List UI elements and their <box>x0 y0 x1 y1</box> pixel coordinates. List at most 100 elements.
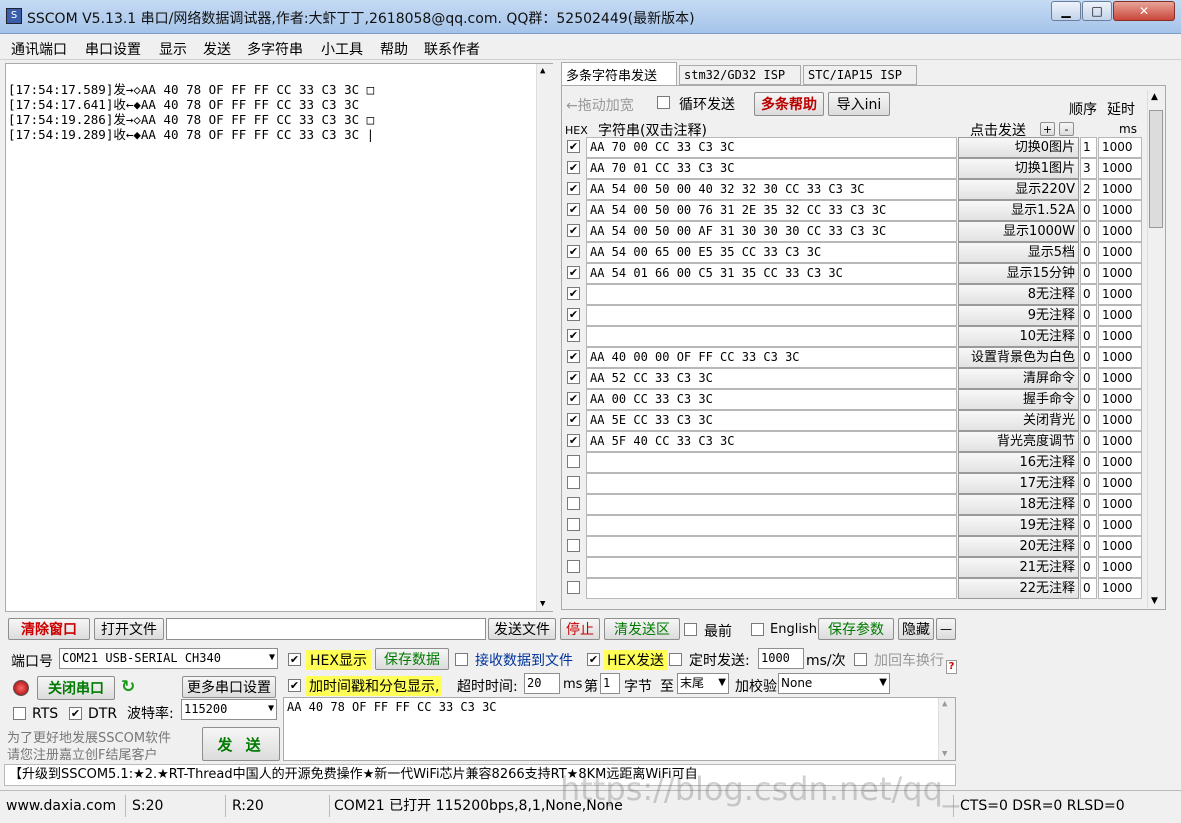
row-send-button[interactable]: 21无注释 <box>958 557 1079 578</box>
menu-comm-port[interactable]: 通讯端口 <box>11 39 67 59</box>
row-order-input[interactable]: 0 <box>1080 284 1097 305</box>
row-delay-input[interactable]: 1000 <box>1098 368 1142 389</box>
add-crlf-checkbox[interactable] <box>854 653 867 666</box>
row-string-input[interactable]: AA 5F 40 CC 33 C3 3C <box>586 431 957 452</box>
row-send-button[interactable]: 背光亮度调节 <box>958 431 1079 452</box>
row-order-input[interactable]: 0 <box>1080 515 1097 536</box>
loop-send-checkbox[interactable] <box>657 96 670 109</box>
timestamp-checkbox[interactable]: ✔ <box>288 679 301 692</box>
import-ini-button[interactable]: 导入ini <box>828 92 890 116</box>
row-string-input[interactable]: AA 52 CC 33 C3 3C <box>586 368 957 389</box>
row-send-button[interactable]: 显示220V <box>958 179 1079 200</box>
scroll-up-icon[interactable]: ▲ <box>1151 92 1158 102</box>
row-hex-checkbox[interactable]: ✔ <box>567 329 580 342</box>
clear-window-button[interactable]: 清除窗口 <box>8 618 90 640</box>
scroll-down-icon[interactable]: ▼ <box>942 749 947 759</box>
row-delay-input[interactable]: 1000 <box>1098 431 1142 452</box>
menu-tools[interactable]: 小工具 <box>321 39 363 59</box>
row-order-input[interactable]: 2 <box>1080 179 1097 200</box>
row-string-input[interactable]: AA 54 00 50 00 40 32 32 30 CC 33 C3 3C <box>586 179 957 200</box>
status-website[interactable]: www.daxia.com <box>2 795 126 817</box>
tab-multi-string[interactable]: 多条字符串发送 <box>561 62 677 86</box>
row-delay-input[interactable]: 1000 <box>1098 263 1142 284</box>
row-string-input[interactable] <box>586 452 957 473</box>
menu-help[interactable]: 帮助 <box>380 39 408 59</box>
row-send-button[interactable]: 显示5档 <box>958 242 1079 263</box>
hex-send-checkbox[interactable]: ✔ <box>587 653 600 666</box>
row-hex-checkbox[interactable] <box>567 539 580 552</box>
row-hex-checkbox[interactable] <box>567 455 580 468</box>
save-data-button[interactable]: 保存数据 <box>375 648 449 670</box>
timed-send-checkbox[interactable] <box>669 653 682 666</box>
close-window-button[interactable]: ✕ <box>1113 1 1175 21</box>
row-delay-input[interactable]: 1000 <box>1098 494 1142 515</box>
add-row-button[interactable]: + <box>1040 122 1055 136</box>
row-hex-checkbox[interactable] <box>567 581 580 594</box>
row-hex-checkbox[interactable] <box>567 560 580 573</box>
send-button[interactable]: 发 送 <box>202 727 280 761</box>
row-delay-input[interactable]: 1000 <box>1098 284 1142 305</box>
row-order-input[interactable]: 0 <box>1080 473 1097 494</box>
rts-checkbox[interactable] <box>13 707 26 720</box>
stop-button[interactable]: 停止 <box>560 618 600 640</box>
row-string-input[interactable] <box>586 536 957 557</box>
timeout-input[interactable]: 20 <box>524 673 560 694</box>
row-order-input[interactable]: 0 <box>1080 557 1097 578</box>
send-file-button[interactable]: 发送文件 <box>488 618 556 640</box>
row-delay-input[interactable]: 1000 <box>1098 200 1142 221</box>
row-send-button[interactable]: 9无注释 <box>958 305 1079 326</box>
row-string-input[interactable]: AA 54 00 50 00 76 31 2E 35 32 CC 33 C3 3… <box>586 200 957 221</box>
row-order-input[interactable]: 0 <box>1080 200 1097 221</box>
file-path-input[interactable] <box>166 618 486 640</box>
row-string-input[interactable] <box>586 473 957 494</box>
row-order-input[interactable]: 0 <box>1080 368 1097 389</box>
scroll-thumb[interactable] <box>1149 110 1163 228</box>
row-string-input[interactable] <box>586 326 957 347</box>
row-string-input[interactable]: AA 70 01 CC 33 C3 3C <box>586 158 957 179</box>
row-hex-checkbox[interactable]: ✔ <box>567 413 580 426</box>
multi-scrollbar[interactable]: ▲ ▼ <box>1147 90 1164 608</box>
refresh-icon[interactable]: ↻ <box>121 677 135 697</box>
drag-widen-label[interactable]: ←拖动加宽 <box>566 95 634 115</box>
open-file-button[interactable]: 打开文件 <box>94 618 164 640</box>
news-ticker[interactable]: 【升级到SSCOM5.1:★2.★RT-Thread中国人的开源免费操作★新一代… <box>4 764 956 786</box>
row-delay-input[interactable]: 1000 <box>1098 137 1142 158</box>
row-order-input[interactable]: 0 <box>1080 452 1097 473</box>
multi-help-button[interactable]: 多条帮助 <box>754 92 824 116</box>
row-hex-checkbox[interactable]: ✔ <box>567 350 580 363</box>
row-hex-checkbox[interactable]: ✔ <box>567 203 580 216</box>
clear-send-button[interactable]: 清发送区 <box>604 618 680 640</box>
row-hex-checkbox[interactable]: ✔ <box>567 266 580 279</box>
row-send-button[interactable]: 20无注释 <box>958 536 1079 557</box>
row-delay-input[interactable]: 1000 <box>1098 515 1142 536</box>
row-string-input[interactable]: AA 54 00 50 00 AF 31 30 30 30 CC 33 C3 3… <box>586 221 957 242</box>
row-string-input[interactable] <box>586 557 957 578</box>
collapse-button[interactable]: — <box>936 618 956 640</box>
row-delay-input[interactable]: 1000 <box>1098 536 1142 557</box>
row-delay-input[interactable]: 1000 <box>1098 578 1142 599</box>
row-string-input[interactable]: AA 5E CC 33 C3 3C <box>586 410 957 431</box>
hex-display-checkbox[interactable]: ✔ <box>288 653 301 666</box>
topmost-checkbox[interactable] <box>684 623 697 636</box>
row-order-input[interactable]: 0 <box>1080 305 1097 326</box>
row-order-input[interactable]: 0 <box>1080 326 1097 347</box>
row-hex-checkbox[interactable]: ✔ <box>567 245 580 258</box>
row-send-button[interactable]: 显示15分钟 <box>958 263 1079 284</box>
row-hex-checkbox[interactable]: ✔ <box>567 224 580 237</box>
row-string-input[interactable] <box>586 284 957 305</box>
row-delay-input[interactable]: 1000 <box>1098 221 1142 242</box>
hide-button[interactable]: 隐藏 <box>898 618 934 640</box>
timed-interval-input[interactable]: 1000 <box>758 648 804 669</box>
send-scrollbar[interactable]: ▲ ▼ <box>938 698 955 760</box>
row-delay-input[interactable]: 1000 <box>1098 326 1142 347</box>
row-order-input[interactable]: 0 <box>1080 536 1097 557</box>
send-text-area[interactable]: AA 40 78 OF FF FF CC 33 C3 3C ▲ ▼ <box>283 697 956 761</box>
row-hex-checkbox[interactable] <box>567 476 580 489</box>
row-delay-input[interactable]: 1000 <box>1098 158 1142 179</box>
row-send-button[interactable]: 10无注释 <box>958 326 1079 347</box>
menu-port-settings[interactable]: 串口设置 <box>85 39 141 59</box>
row-hex-checkbox[interactable]: ✔ <box>567 371 580 384</box>
baud-select[interactable]: 115200 ▼ <box>181 699 277 720</box>
row-delay-input[interactable]: 1000 <box>1098 410 1142 431</box>
menu-contact[interactable]: 联系作者 <box>424 39 480 59</box>
